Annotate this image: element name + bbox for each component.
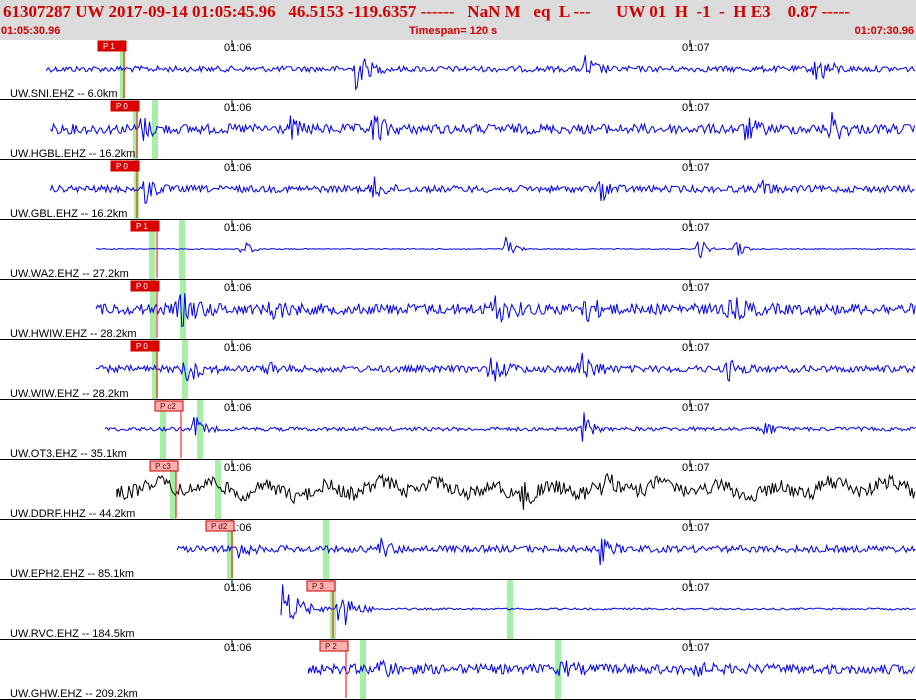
event-header-bar: 61307287 UW 2017-09-14 01:05:45.96 46.51… (0, 0, 916, 40)
channel-label: UW.WIW.EHZ -- 28.2km (10, 388, 129, 400)
time-tick-label: 01:07 (682, 462, 710, 474)
channel-label: UW.HGBL.EHZ -- 16.2km (10, 148, 135, 160)
channel-label: UW.DDRF.HHZ -- 44.2km (10, 508, 135, 520)
seismogram-panel[interactable]: 01:06 01:07 P 1 UW.SNI.EHZ -- 6.0km 01:06 01:… (0, 40, 916, 700)
channel-label: UW.WA2.EHZ -- 27.2km (10, 268, 129, 280)
waveform-trace[interactable] (308, 659, 915, 678)
time-tick-label: 01:06 (224, 462, 252, 474)
time-tick-label: 01:06 (224, 402, 252, 414)
waveform-trace[interactable] (176, 537, 916, 566)
time-tick-label: 01:06 (224, 642, 252, 654)
time-tick-label: 01:07 (682, 102, 710, 114)
channel-label: UW.SNI.EHZ -- 6.0km (10, 88, 118, 100)
pick-flag-label: P c3 (155, 462, 171, 471)
window-end-time: 01:07:30.96 (854, 25, 914, 37)
event-summary-title: 61307287 UW 2017-09-14 01:05:45.96 46.51… (3, 2, 850, 21)
channel-label: UW.GHW.EHZ -- 209.2km (10, 688, 138, 700)
waveform-trace[interactable] (105, 412, 916, 442)
time-tick-label: 01:07 (682, 222, 710, 234)
waveform-trace[interactable] (95, 236, 916, 259)
pick-flag-label: P 0 (116, 162, 128, 171)
window-start-time: 01:05:30.96 (1, 25, 61, 37)
channel-label: UW.EPH2.EHZ -- 85.1km (10, 568, 134, 580)
pick-flag-label: P 0 (136, 282, 148, 291)
pick-flag-label: P 0 (136, 342, 148, 351)
pick-flag-label: P 3 (312, 582, 324, 591)
waveform-trace[interactable] (95, 352, 916, 383)
time-tick-label: 01:06 (224, 282, 252, 294)
time-tick-label: 01:07 (682, 162, 710, 174)
pick-flag-label: P 1 (136, 222, 148, 231)
time-tick-label: 01:07 (682, 582, 710, 594)
waveform-trace[interactable] (50, 176, 915, 204)
channel-label: UW.RVC.EHZ -- 184.5km (10, 628, 135, 640)
phase-window (197, 400, 203, 460)
phase-window (179, 220, 185, 280)
time-tick-label: 01:06 (224, 162, 252, 174)
phase-window (215, 460, 221, 520)
time-tick-label: 01:06 (224, 342, 252, 354)
waveform-trace[interactable] (50, 111, 915, 141)
time-tick-label: 01:07 (682, 42, 710, 54)
channel-label: UW.HWIW.EHZ -- 28.2km (10, 328, 137, 340)
time-tick-label: 01:07 (682, 282, 710, 294)
timespan-label: Timespan= 120 s (409, 25, 498, 37)
waveform-trace[interactable] (280, 584, 916, 625)
time-tick-label: 01:06 (224, 582, 252, 594)
channel-label: UW.OT3.EHZ -- 35.1km (10, 448, 127, 460)
time-tick-label: 01:06 (224, 102, 252, 114)
pick-flag-label: P 0 (116, 102, 128, 111)
time-tick-label: 01:07 (682, 342, 710, 354)
time-tick-label: 01:06 (224, 222, 252, 234)
time-tick-label: 01:07 (682, 402, 710, 414)
time-tick-label: 01:07 (682, 642, 710, 654)
channel-label: UW.GBL.EHZ -- 16.2km (10, 208, 127, 220)
waveform-trace[interactable] (46, 55, 916, 91)
pick-flag-label: P c2 (160, 402, 176, 411)
pick-flag-label: P d2 (211, 522, 228, 531)
phase-window (152, 100, 158, 160)
time-tick-label: 01:07 (682, 522, 710, 534)
time-tick-label: 01:06 (224, 42, 252, 54)
pick-flag-label: P 2 (325, 642, 337, 651)
waveform-trace[interactable] (116, 472, 916, 510)
pick-flag-label: P 1 (103, 42, 115, 51)
waveform-trace[interactable] (95, 293, 916, 328)
